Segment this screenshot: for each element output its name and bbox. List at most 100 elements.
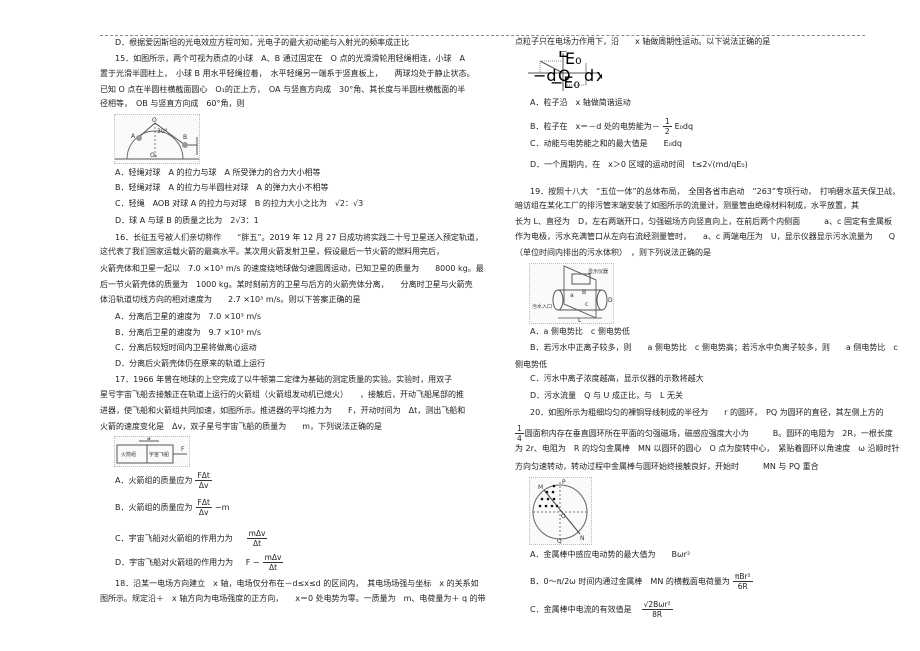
q20-stem-4: 方向匀速转动，转动过程中金属棒与圆环始终接触良好，开始时 MN 与 PQ 重合 (515, 462, 819, 471)
q17-stem-1: 17．1966 年曾在地球的上空完成了以牛顿第二定律为基础的测定质量的实验。实验… (115, 375, 453, 384)
denominator: 4 (517, 434, 522, 443)
q18-option-b-text: B．粒子在 x＝－d 处的电势能为－ (530, 122, 660, 131)
q16-stem-1: 16．长征五号被人们亲切称作 “胖五”。2019 年 12 月 27 日成功将实… (115, 233, 483, 242)
q17-label-rocket: 火箭组 (121, 451, 136, 458)
q20-stem-3: 为 2r、电阻为 R 的均匀金属棒 MN 以圆环的圆心 O 点为旋转中心， 紧贴… (515, 444, 900, 453)
q17-option-a-text: A．火箭组的质量应为 (115, 476, 193, 485)
q19-label-display: 显示仪器 (588, 269, 608, 275)
denominator: Δt (268, 563, 278, 572)
q19-option-b-cont: 侧电势低 (515, 360, 547, 369)
q16-stem-2: 这代表了我们国家运载火箭的最高水平。某次用火箭发射卫星，假设最后一节火箭的燃料用… (100, 247, 444, 256)
fraction: FΔt Δv (195, 471, 212, 490)
q17-option-b: B．火箭组的质量应为 FΔt Δv −m (115, 498, 229, 517)
q17-option-d-text: D．宇宙飞船对火箭组的作用力为 (115, 558, 234, 567)
q15-label-o: O (152, 117, 157, 124)
numerator: 1 (662, 117, 672, 127)
q15-figure: O A B O₁ 30° (114, 114, 200, 164)
q15-stem-2: 置于光滑半圆柱上， 小球 B 用水平轻绳拉着， 水平轻绳另一端系于竖直板上， 两… (100, 69, 475, 78)
q19-option-c: C．污水中离子浓度越高，显示仪器的示数将越大 (530, 374, 704, 383)
q17-stem-2: 星号宇宙飞船去接触正在轨道上运行的火箭组（火箭组发动机已熄火） ，接触后，开动飞… (100, 390, 464, 399)
q20-label-q: Q (557, 538, 562, 544)
q20-stem-1: 20．如图所示为粗细均匀的裸铜导线制成的半径为 r 的圆环， PQ 为圆环的直径… (530, 408, 884, 417)
q19-label-d: D (608, 297, 613, 304)
q18-figure: E E₀ −d O d x −E₀ (528, 42, 605, 93)
q18-option-d: D．一个周期内，在 x＞0 区域的运动时间 t≤2√(md/qE₀) (530, 160, 748, 169)
q18-label-neg-e0: −E₀ (550, 73, 580, 92)
q17-option-b-text: B．火箭组的质量应为 (115, 503, 193, 512)
numerator: 1 (515, 424, 524, 434)
q19-label-a: a (570, 292, 574, 299)
fraction: 12 (662, 117, 672, 136)
q20-stem-2-text: 圆面积内存在垂直圆环所在平面的匀强磁场，磁感应强度大小为 B。圆环的电阻为 2R… (524, 429, 893, 438)
denominator: 8R (652, 610, 663, 619)
q19-option-a: A．a 侧电势比 c 侧电势低 (530, 327, 630, 336)
q16-option-d: D．分离后火箭壳体仍在原来的轨道上运行 (115, 359, 266, 368)
q15-option-a: A．轻绳对球 A 的拉力与球 A 所受弹力的合力大小相等 (115, 168, 321, 177)
denominator: Δv (198, 481, 209, 490)
q19-stem-3: 长为 L、直径为 D，左右两端开口，匀强磁场方向竖直向上，在前后两个内侧面 a、… (515, 217, 892, 226)
q19-label-inlet: 污水入口 (532, 303, 552, 310)
prefix: F − (245, 558, 260, 567)
q16-option-a: A．分离后卫星的速度为 7.0 ×10³ m/s (115, 312, 262, 321)
q20-label-m: M (538, 484, 543, 491)
header-rule (100, 35, 865, 36)
q15-stem-4: 径相等， OB 与竖直方向成 60°角，则 (100, 99, 245, 108)
q16-stem-5: 体沿轨道切线方向的相对速度为 2.7 ×10³ m/s。则以下答案正确的是 (100, 295, 361, 304)
numerator: πBr² (732, 572, 753, 582)
q15-label-b: B (183, 134, 187, 141)
q19-option-b: B．若污水中正离子较多，则 a 侧电势比 c 侧电势高；若污水中负离子较多，则 … (530, 343, 898, 352)
q18-stem-3: 点粒子只在电场力作用下，沿 x 轴做周期性运动。以下说法正确的是 (515, 37, 771, 46)
q17-stem-3: 进器，使飞船和火箭组共同加速，如图所示。推进器的平均推力为 F，开动时间为 Δt… (100, 406, 466, 415)
q18-label-d: d (584, 66, 594, 85)
q16-option-b: B．分离后卫星的速度为 9.7 ×10³ m/s (115, 328, 262, 337)
q19-label-b: B (582, 289, 586, 296)
numerator: FΔt (195, 498, 212, 508)
denominator: Δt (252, 539, 262, 548)
q20-option-b-text: B．0～π/2ω 时间内通过金属棒 MN 的横截面电荷量为 (530, 577, 730, 586)
q19-stem-4: 作为电极，污水充满管口从左向右流经测量管时， a、c 两端电压为 U，显示仪器显… (515, 232, 895, 241)
numerator: FΔt (195, 471, 212, 481)
q20-option-b: B．0～π/2ω 时间内通过金属棒 MN 的横截面电荷量为 πBr² 6R (530, 572, 756, 591)
q15-stem-3: 已知 O 点在半圆柱横截面圆心 O₁的正上方， OA 与竖直方向成 30°角、其… (100, 85, 466, 94)
q19-label-c: c (585, 301, 588, 308)
q20-label-n: N (580, 535, 585, 542)
q18-stem-1: 18．沿某一电场方向建立 x 轴，电场仅分布在－d≤x≤d 的区间内， 其电场场… (115, 579, 479, 588)
q16-stem-3: 火箭壳体和卫星一起以 7.0 ×10³ m/s 的速度绕地球做匀速圆周运动，已知… (100, 264, 484, 273)
numerator: mΔv (246, 529, 268, 539)
q15-option-c: C．轻绳 AOB 对球 A 的拉力与对球 B 的拉力大小之比为 √2：√3 (115, 199, 364, 208)
q14-option-d: D．根据爱因斯坦的光电效应方程可知，光电子的最大初动能与入射光的频率成正比 (115, 38, 410, 47)
q20-option-a: A．金属棒中感应电动势的最大值为 Bωr² (530, 550, 691, 559)
fraction: mΔv Δt (246, 529, 268, 548)
quarter-fraction: 14 (515, 424, 524, 443)
q18-stem-2: 图所示。规定沿＋ x 轴方向为电场强度的正方向， x＝0 处电势为零。一质量为 … (100, 594, 486, 603)
suffix: E₀dq (674, 122, 694, 131)
denominator: Δv (198, 508, 209, 517)
q18-label-x: x (596, 66, 602, 85)
q17-option-d: D．宇宙飞船对火箭组的作用力为 F − mΔv Δt (115, 553, 286, 572)
q17-label-ship: 宇宙飞船 (149, 451, 169, 458)
q18-option-a: A．粒子沿 x 轴做简谐运动 (530, 98, 631, 107)
q18-option-c: C．动能与电势能之和的最大值是 E₀dq (530, 139, 683, 148)
q17-figure: 火箭组 宇宙飞船 F a (114, 436, 190, 467)
q19-stem-1: 19．按照十八大 “五位一体”的总体布局， 全国各省市启动 “263”专项行动，… (530, 187, 901, 196)
denominator: 2 (664, 127, 670, 136)
q20-stem-2: 1 4 圆面积内存在垂直圆环所在平面的匀强磁场，磁感应强度大小为 B。圆环的电阻为 … (515, 424, 893, 443)
q15-label-o1: O₁ (150, 152, 158, 159)
q15-option-b: B．轻绳对球 A 的拉力与半圆柱对球 A 的弹力大小不相等 (115, 183, 329, 192)
q17-label-accel: a (147, 437, 151, 442)
q20-figure: P Q M N O (529, 477, 592, 545)
q15-stem-1: 15．如图所示，两个可视为质点的小球 A、B 通过固定在 O 点的光滑滑轮用轻绳… (115, 54, 465, 63)
q20-option-c-text: C．金属棒中电流的有效值是 (530, 605, 632, 614)
q18-option-b: B．粒子在 x＝－d 处的电势能为－ 1 2 E₀dq (530, 117, 693, 136)
fraction: √2Bωr² 8R (641, 600, 673, 619)
fraction: πBr² 6R (732, 572, 753, 591)
q15-option-d: D．球 A 与球 B 的质量之比为 2√3：1 (115, 216, 259, 225)
fraction: mΔv Δt (262, 553, 284, 572)
q19-stem-5: （单位时间内排出的污水体积） ，则下列说法正确的是 (515, 248, 711, 257)
q17-stem-4: 火箭的速度变化是 Δv，双子星号宇宙飞船的质量为 m，下列说法正确的是 (100, 422, 382, 431)
numerator: √2Bωr² (641, 600, 673, 610)
q17-option-c-text: C．宇宙飞船对火箭组的作用力为 (115, 534, 233, 543)
q20-label-p: P (562, 479, 566, 486)
q20-option-c: C．金属棒中电流的有效值是 √2Bωr² 8R (530, 600, 676, 619)
q16-option-c: C．分离后较短时间内卫星将做离心运动 (115, 343, 257, 352)
